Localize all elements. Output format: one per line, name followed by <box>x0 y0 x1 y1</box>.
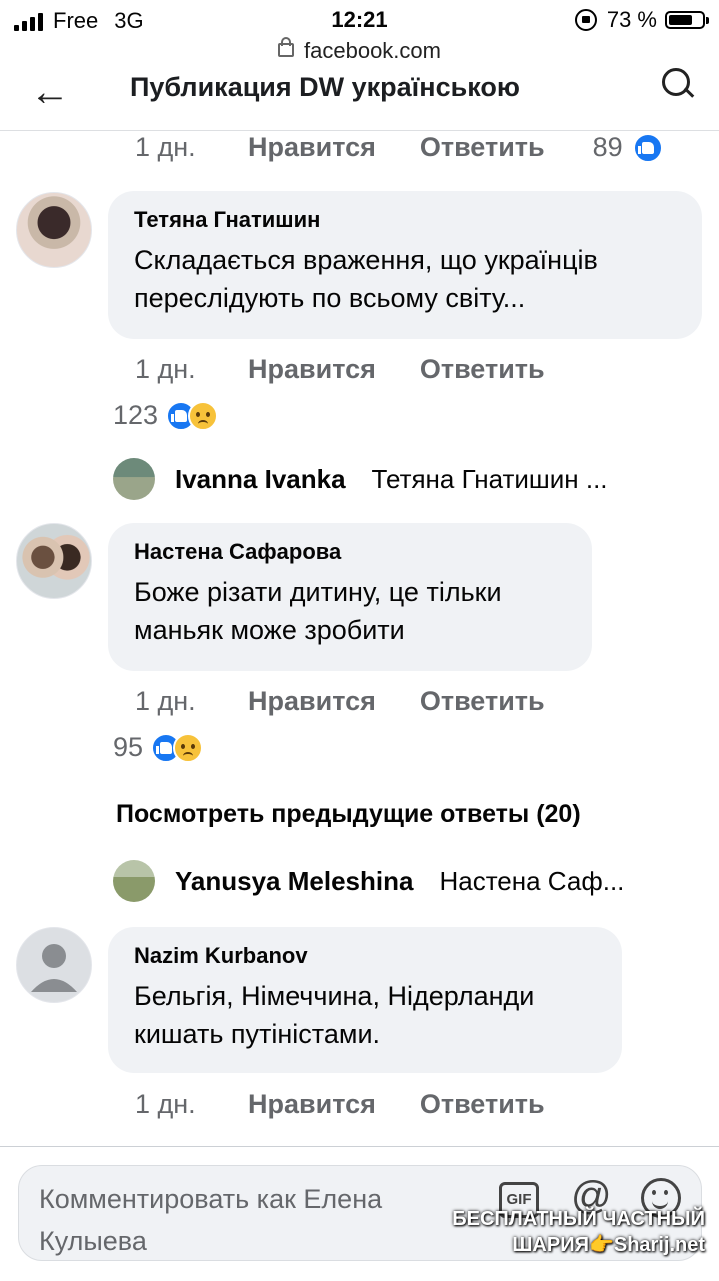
comment-time: 1 дн. <box>135 132 196 162</box>
comment-text: Складається враження, що українців перес… <box>134 245 598 313</box>
comment-actions: 1 дн. Нравится Ответить 89 <box>135 132 663 163</box>
comment-time: 1 дн. <box>135 354 196 384</box>
comment-bubble: Nazim Kurbanov Бельгія, Німеччина, Нідер… <box>108 927 622 1073</box>
reply-snippet: Тетяна Гнатишин ... <box>371 463 608 494</box>
like-button[interactable]: Нравится <box>248 354 376 385</box>
reactions[interactable]: 123 <box>113 400 219 431</box>
reply-snippet: Настена Саф... <box>439 865 625 896</box>
watermark-line-1: БЕСПЛАТНЫЙ ЧАСТНЫЙ <box>452 1208 705 1230</box>
watermark-line-2: ШАРИЯ👉Sharij.net <box>512 1234 705 1256</box>
comment-author[interactable]: Настена Сафарова <box>134 539 566 565</box>
battery-icon <box>665 11 709 29</box>
reply-author: Ivanna Ivanka <box>175 463 346 494</box>
sad-reaction-icon <box>173 732 204 763</box>
reply-button[interactable]: Ответить <box>420 132 545 163</box>
like-button[interactable]: Нравится <box>248 1089 376 1120</box>
comment-author[interactable]: Nazim Kurbanov <box>134 943 596 969</box>
comment-input-placeholder: Комментировать как Елена Кулыева <box>39 1184 383 1256</box>
reply-preview[interactable]: Ivanna Ivanka Тетяна Гнатишин ... <box>113 458 608 500</box>
default-user-icon <box>31 944 77 992</box>
comment-actions: 1 дн. Нравится Ответить <box>135 1089 545 1120</box>
comment-author[interactable]: Тетяна Гнатишин <box>134 207 676 233</box>
status-bar: Free 3G 12:21 73 % <box>0 0 719 40</box>
status-right: 73 % <box>574 7 709 33</box>
url-text: facebook.com <box>304 38 441 63</box>
reply-button[interactable]: Ответить <box>420 686 545 717</box>
comment-text: Боже різати дитину, це тільки маньяк мож… <box>134 577 502 645</box>
back-arrow-icon[interactable]: ← <box>30 70 70 115</box>
avatar[interactable] <box>16 523 92 599</box>
rotation-lock-icon <box>574 9 597 31</box>
reply-button[interactable]: Ответить <box>420 354 545 385</box>
reaction-count: 123 <box>113 400 159 430</box>
url-bar[interactable]: facebook.com <box>0 37 719 64</box>
avatar <box>113 860 155 902</box>
comment-time: 1 дн. <box>135 1089 196 1119</box>
reaction-count: 89 <box>592 132 623 162</box>
avatar[interactable] <box>16 192 92 268</box>
comment-actions: 1 дн. Нравится Ответить <box>135 354 545 385</box>
reply-preview[interactable]: Yanusya Meleshina Настена Саф... <box>113 860 624 902</box>
page-header: ← Публикация DW українською <box>0 62 719 131</box>
reply-author: Yanusya Meleshina <box>175 865 414 896</box>
reactions[interactable]: 95 <box>113 732 204 763</box>
page-title: Публикация DW українською <box>130 72 520 102</box>
reply-button[interactable]: Ответить <box>420 1089 545 1120</box>
comment-bubble: Настена Сафарова Боже різати дитину, це … <box>108 523 592 671</box>
search-icon[interactable] <box>662 68 690 96</box>
avatar <box>113 458 155 500</box>
like-reaction-icon <box>632 132 663 163</box>
comment-text: Бельгія, Німеччина, Нідерланди кишать пу… <box>134 981 535 1049</box>
like-button[interactable]: Нравится <box>248 132 376 163</box>
battery-percent: 73 % <box>606 7 657 32</box>
watermark: БЕСПЛАТНЫЙ ЧАСТНЫЙ ШАРИЯ👉Sharij.net <box>452 1206 705 1258</box>
comment-bubble: Тетяна Гнатишин Складається враження, що… <box>108 191 702 339</box>
reaction-count: 95 <box>113 732 144 762</box>
lock-icon <box>278 37 295 57</box>
like-button[interactable]: Нравится <box>248 686 376 717</box>
view-previous-replies-link[interactable]: Посмотреть предыдущие ответы (20) <box>116 800 581 829</box>
comment-time: 1 дн. <box>135 686 196 716</box>
sad-reaction-icon <box>188 400 219 431</box>
avatar[interactable] <box>16 927 92 1003</box>
comment-actions: 1 дн. Нравится Ответить <box>135 686 545 717</box>
